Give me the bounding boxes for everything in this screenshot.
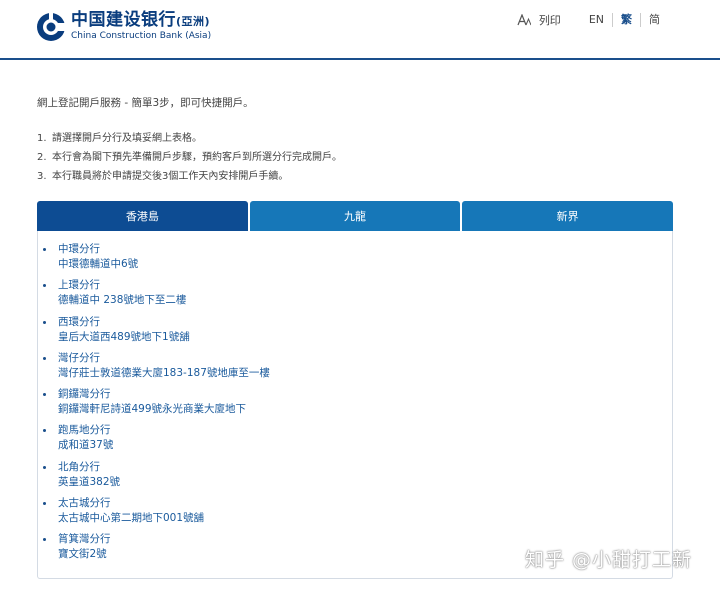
step-item: 3. 本行職員將於申請提交後3個工作天內安排開戶手續。	[37, 171, 289, 182]
branch-address: 成和道37號	[58, 439, 114, 452]
branch-item: 灣仔分行 灣仔莊士敦道德業大廈183-187號地庫至一樓	[38, 351, 672, 387]
logo-chinese-name: 中国建设银行(亞洲)	[71, 10, 211, 30]
intro-text: 網上登記開戶服務 - 簡單3步，即可快捷開戶。	[37, 97, 254, 109]
branch-item: 太古城分行 太古城中心第二期地下001號舖	[38, 496, 672, 532]
zhihu-watermark: 知乎 @小甜打工新	[525, 549, 693, 571]
branch-name-link[interactable]: 銅鑼灣分行	[58, 387, 672, 402]
branch-item: 中環分行 中環德輔道中6號	[38, 242, 672, 278]
print-button[interactable]: 列印	[517, 12, 561, 28]
branch-panel: 中環分行 中環德輔道中6號 上環分行 德輔道中 238號地下至二樓 西環分行 皇后大道…	[37, 231, 673, 579]
branch-name-link[interactable]: 太古城分行	[58, 496, 672, 511]
branch-list: 中環分行 中環德輔道中6號 上環分行 德輔道中 238號地下至二樓 西環分行 皇后大道…	[38, 231, 672, 569]
tab-kowloon[interactable]: 九龍	[249, 201, 461, 231]
step-item: 1. 請選擇開戶分行及填妥網上表格。	[37, 133, 202, 144]
header-tools: 列印 EN 繁 简	[517, 12, 668, 28]
branch-name-link[interactable]: 跑馬地分行	[58, 423, 672, 438]
branch-item: 北角分行 英皇道382號	[38, 460, 672, 496]
branch-item: 上環分行 德輔道中 238號地下至二樓	[38, 278, 672, 314]
branch-address: 灣仔莊士敦道德業大廈183-187號地庫至一樓	[58, 366, 270, 379]
branch-address: 德輔道中 238號地下至二樓	[58, 294, 187, 307]
branch-name-link[interactable]: 上環分行	[58, 278, 672, 293]
tab-hong-kong-island[interactable]: 香港島	[37, 201, 248, 231]
steps-list: 1. 請選擇開戶分行及填妥網上表格。 2. 本行會為閣下預先準備開戶步驟，預約客戶到…	[37, 131, 342, 188]
region-tabs: 香港島 九龍 新界	[37, 201, 674, 231]
branch-item: 跑馬地分行 成和道37號	[38, 423, 672, 459]
branch-item: 西環分行 皇后大道西489號地下1號舖	[38, 315, 672, 351]
lang-simplified-chinese[interactable]: 简	[640, 13, 668, 27]
branch-name-link[interactable]: 灣仔分行	[58, 351, 672, 366]
print-label: 列印	[538, 14, 561, 27]
bank-logo[interactable]: 中国建设银行(亞洲) China Construction Bank (Asia…	[36, 11, 211, 42]
lang-traditional-chinese[interactable]: 繁	[612, 13, 640, 27]
step-item: 2. 本行會為閣下預先準備開戶步驟，預約客戶到所選分行完成開戶。	[37, 152, 342, 163]
site-header: 中国建设银行(亞洲) China Construction Bank (Asia…	[0, 0, 720, 60]
branch-address: 中環德輔道中6號	[58, 258, 139, 270]
lang-en[interactable]: EN	[581, 13, 612, 27]
branch-address: 英皇道382號	[58, 475, 121, 488]
font-size-icon	[517, 14, 531, 26]
logo-english-name: China Construction Bank (Asia)	[71, 31, 212, 41]
ccb-logo-icon	[37, 11, 66, 41]
branch-name-link[interactable]: 中環分行	[58, 242, 672, 257]
branch-name-link[interactable]: 西環分行	[58, 315, 672, 330]
branch-address: 太古城中心第二期地下001號舖	[58, 512, 205, 525]
tab-new-territories[interactable]: 新界	[462, 201, 674, 231]
branch-item: 銅鑼灣分行 銅鑼灣軒尼詩道499號永光商業大廈地下	[38, 387, 672, 423]
branch-address: 皇后大道西489號地下1號舖	[58, 330, 190, 343]
branch-name-link[interactable]: 北角分行	[58, 460, 672, 475]
branch-address: 銅鑼灣軒尼詩道499號永光商業大廈地下	[58, 403, 247, 416]
